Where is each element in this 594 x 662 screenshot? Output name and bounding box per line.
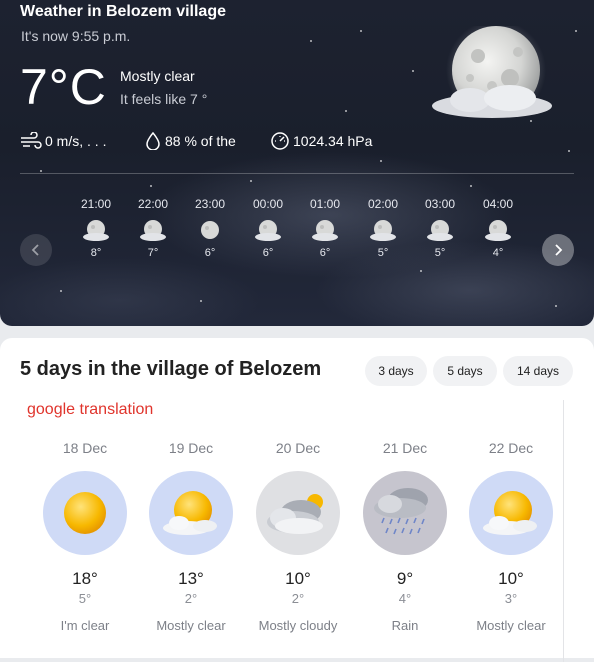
hour-temp: 8°	[90, 247, 102, 259]
moon-icon	[201, 221, 219, 239]
hour-temp: 5°	[434, 247, 446, 259]
day-condition: Rain	[391, 618, 419, 633]
day-high-temp: 10°	[498, 569, 524, 588]
hour-time: 02:00	[367, 197, 399, 211]
hour-temp: 5°	[377, 247, 389, 259]
wind-icon	[21, 132, 42, 149]
hourly-item: 04:00 4°	[469, 197, 527, 259]
hour-temp: 6°	[204, 247, 216, 259]
humidity-value: 88 % of the	[165, 133, 236, 149]
day-high-temp: 9°	[396, 569, 414, 588]
day-forecast[interactable]: 20 Dec 10° 2° Mostly cloudy	[248, 440, 348, 633]
current-temperature: 7°C	[20, 59, 107, 115]
hourly-item: 00:00 6°	[239, 197, 297, 259]
day-low-temp: 2°	[291, 591, 305, 606]
chevron-right-icon	[555, 244, 563, 256]
moon-icon	[312, 220, 338, 241]
day-date: 19 Dec	[168, 440, 214, 456]
hour-time: 01:00	[309, 197, 341, 211]
google-translation-label: google translation	[27, 401, 154, 418]
daily-forecast-card: 5 days in the village of Belozem 3 days …	[0, 338, 594, 662]
hour-time: 23:00	[194, 197, 226, 211]
day-date: 18 Dec	[62, 440, 108, 456]
hourly-forecast: 21:00 8° 22:00 7° 23:00 6° 00:00 6° 01:0…	[67, 197, 527, 277]
hour-temp: 6°	[319, 247, 331, 259]
day-condition: Mostly clear	[156, 618, 226, 633]
day-condition: Mostly cloudy	[258, 618, 338, 633]
day-date: 22 Dec	[488, 440, 534, 456]
day-low-temp: 4°	[398, 591, 412, 606]
humidity-stat: 88 % of the	[144, 132, 236, 150]
hourly-item: 22:00 7°	[124, 197, 182, 259]
rain-icon	[363, 471, 447, 555]
chevron-left-icon	[31, 244, 39, 256]
current-condition: Mostly clear	[120, 68, 195, 84]
day-low-temp: 3°	[504, 591, 518, 606]
current-time-text: It's now 9:55 p.m.	[21, 28, 131, 44]
moon-icon	[83, 220, 109, 241]
range-3-days-button[interactable]: 3 days	[365, 356, 427, 386]
hourly-item: 03:00 5°	[411, 197, 469, 259]
hourly-item: 21:00 8°	[67, 197, 125, 259]
divider	[563, 400, 564, 662]
day-forecast[interactable]: 18 Dec 18° 5° I'm clear	[35, 440, 135, 633]
hour-time: 04:00	[482, 197, 514, 211]
hourly-item: 02:00 5°	[354, 197, 412, 259]
day-high-temp: 10°	[285, 569, 311, 588]
cloudy-icon	[256, 471, 340, 555]
hour-temp: 4°	[492, 247, 504, 259]
moon-icon	[427, 220, 453, 241]
moon-icon	[370, 220, 396, 241]
moon-cloud-icon	[430, 20, 560, 126]
day-date: 21 Dec	[382, 440, 428, 456]
sun-icon	[43, 471, 127, 555]
hour-temp: 6°	[262, 247, 274, 259]
hourly-item: 01:00 6°	[296, 197, 354, 259]
sun-cloud-icon	[469, 471, 553, 555]
divider	[20, 173, 574, 174]
day-low-temp: 5°	[78, 591, 92, 606]
day-forecast[interactable]: 19 Dec 13° 2° Mostly clear	[141, 440, 241, 633]
humidity-drop-icon	[146, 132, 160, 150]
forecast-title: 5 days in the village of Belozem	[20, 358, 322, 380]
hourly-prev-button[interactable]	[20, 234, 52, 266]
wind-stat: 0 m/s, . . .	[20, 132, 106, 150]
hour-time: 21:00	[80, 197, 112, 211]
range-5-days-button[interactable]: 5 days	[433, 356, 497, 386]
page-title: Weather in Belozem village	[20, 3, 226, 20]
hourly-item: 23:00 6°	[181, 197, 239, 259]
current-weather-card: Weather in Belozem village It's now 9:55…	[0, 0, 594, 326]
moon-icon	[140, 220, 166, 241]
wind-value: 0 m/s, . . .	[45, 133, 107, 149]
feels-like-text: It feels like 7 °	[120, 91, 208, 107]
day-high-temp: 18°	[72, 569, 98, 588]
pressure-gauge-icon	[271, 132, 289, 150]
hour-time: 03:00	[424, 197, 456, 211]
sun-cloud-icon	[149, 471, 233, 555]
hourly-next-button[interactable]	[542, 234, 574, 266]
moon-icon	[255, 220, 281, 241]
day-forecast[interactable]: 21 Dec 9° 4° Rain	[355, 440, 455, 633]
moon-icon	[485, 220, 511, 241]
day-date: 20 Dec	[275, 440, 321, 456]
day-condition: I'm clear	[60, 618, 110, 633]
day-low-temp: 2°	[184, 591, 198, 606]
pressure-value: 1024.34 hPa	[293, 133, 373, 149]
hour-time: 22:00	[137, 197, 169, 211]
hour-time: 00:00	[252, 197, 284, 211]
pressure-stat: 1024.34 hPa	[270, 132, 372, 150]
day-forecast[interactable]: 22 Dec 10° 3° Mostly clear	[461, 440, 561, 633]
hour-temp: 7°	[147, 247, 159, 259]
range-14-days-button[interactable]: 14 days	[503, 356, 573, 386]
day-high-temp: 13°	[178, 569, 204, 588]
day-condition: Mostly clear	[476, 618, 546, 633]
